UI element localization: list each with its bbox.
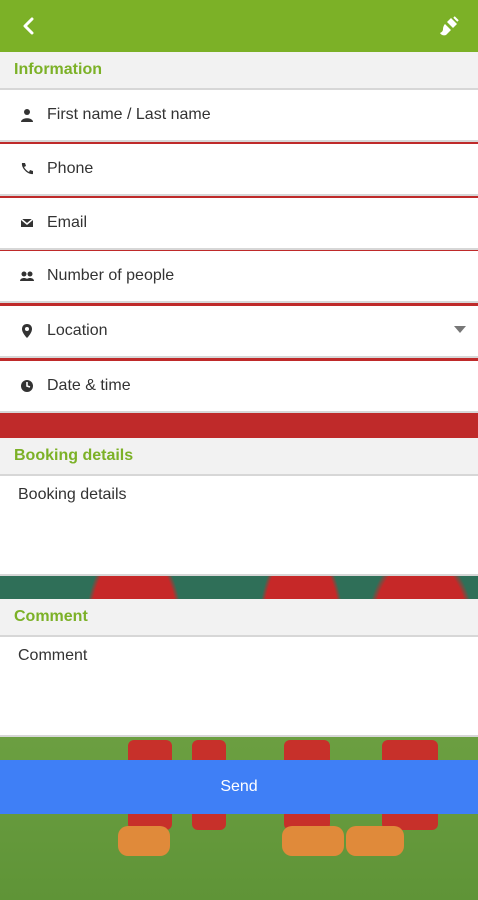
location-select-placeholder: Location bbox=[47, 322, 108, 339]
section-header-booking: Booking details bbox=[0, 438, 478, 476]
location-pin-icon bbox=[18, 322, 36, 340]
send-button-label: Send bbox=[220, 778, 258, 795]
clock-icon bbox=[18, 377, 36, 395]
section-title-comment: Comment bbox=[14, 608, 88, 625]
booking-details-placeholder: Booking details bbox=[18, 486, 127, 503]
background-decoration bbox=[282, 826, 344, 856]
back-chevron-icon bbox=[23, 17, 34, 35]
email-field[interactable]: Email bbox=[0, 198, 478, 250]
number-of-people-field[interactable]: Number of people bbox=[0, 251, 478, 303]
email-field-placeholder: Email bbox=[47, 214, 88, 231]
person-icon bbox=[18, 106, 36, 124]
number-of-people-placeholder: Number of people bbox=[47, 267, 175, 284]
name-field[interactable]: First name / Last name bbox=[0, 90, 478, 142]
section-title-booking: Booking details bbox=[14, 447, 134, 464]
name-field-placeholder: First name / Last name bbox=[47, 106, 211, 123]
section-header-comment: Comment bbox=[0, 599, 478, 637]
comment-textarea[interactable]: Comment bbox=[0, 637, 478, 737]
brush-icon bbox=[440, 16, 459, 36]
comment-placeholder: Comment bbox=[18, 647, 88, 664]
email-icon bbox=[18, 214, 36, 232]
app-toolbar bbox=[0, 0, 478, 52]
phone-field-placeholder: Phone bbox=[47, 160, 94, 177]
date-time-placeholder: Date & time bbox=[47, 377, 131, 394]
date-time-field[interactable]: Date & time bbox=[0, 361, 478, 413]
phone-field[interactable]: Phone bbox=[0, 144, 478, 196]
people-icon bbox=[18, 267, 36, 285]
phone-icon bbox=[18, 160, 36, 178]
chevron-down-icon bbox=[454, 326, 466, 333]
send-button[interactable]: Send bbox=[0, 760, 478, 814]
location-select[interactable]: Location bbox=[0, 306, 478, 358]
background-decoration bbox=[118, 826, 170, 856]
back-button[interactable] bbox=[12, 9, 46, 43]
clear-form-button[interactable] bbox=[432, 9, 466, 43]
section-header-information: Information bbox=[0, 52, 478, 90]
booking-details-textarea[interactable]: Booking details bbox=[0, 476, 478, 576]
background-decoration bbox=[346, 826, 404, 856]
section-title-information: Information bbox=[14, 61, 102, 78]
